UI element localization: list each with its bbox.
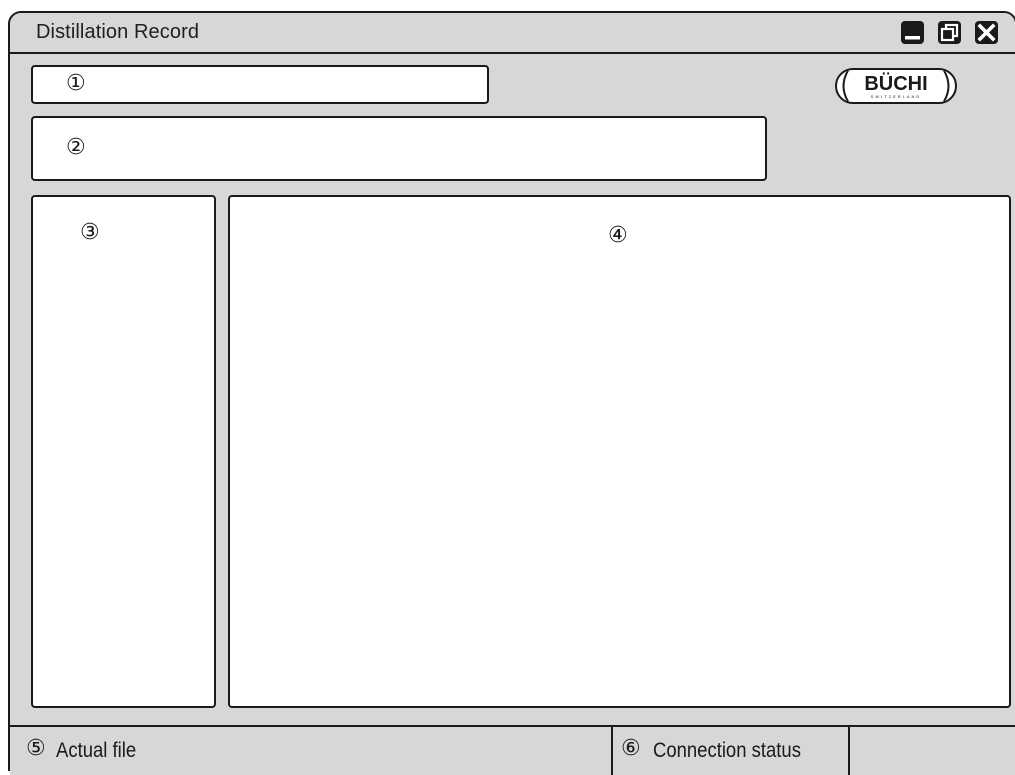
minimize-icon (905, 36, 920, 40)
status-actual-file: ⑤ Actual file (10, 727, 613, 775)
status-connection-label: Connection status (653, 739, 801, 762)
area-3-marker: ③ (80, 220, 100, 245)
status-connection-marker: ⑥ (621, 736, 641, 761)
field-area-2[interactable]: ② (31, 116, 767, 181)
panel-area-4[interactable]: ④ (228, 195, 1011, 708)
close-button[interactable] (975, 21, 998, 44)
area-2-marker: ② (66, 135, 86, 160)
panel-area-3[interactable]: ③ (31, 195, 216, 708)
restore-button[interactable] (938, 21, 961, 44)
logo-brand-text: BÜCHI (864, 72, 927, 95)
title-bar[interactable]: Distillation Record (10, 13, 1015, 54)
area-1-marker: ① (66, 71, 86, 96)
window-title: Distillation Record (36, 21, 200, 43)
buchi-logo: BÜCHI SWITZERLAND (835, 68, 957, 104)
close-icon (977, 23, 996, 42)
minimize-button[interactable] (901, 21, 924, 44)
status-extra-cell (850, 727, 1015, 775)
field-area-1[interactable]: ① (31, 65, 489, 104)
area-4-marker: ④ (608, 223, 628, 248)
status-connection: ⑥ Connection status (613, 727, 850, 775)
status-file-marker: ⑤ (26, 736, 46, 761)
status-file-label: Actual file (56, 739, 137, 762)
restore-icon (940, 23, 959, 42)
distillation-record-window: Distillation Record ① ② BÜCHI SWITZERLAN… (8, 11, 1015, 775)
status-bar: ⑤ Actual file ⑥ Connection status (10, 725, 1015, 775)
logo-tagline-text: SWITZERLAND (871, 94, 922, 99)
